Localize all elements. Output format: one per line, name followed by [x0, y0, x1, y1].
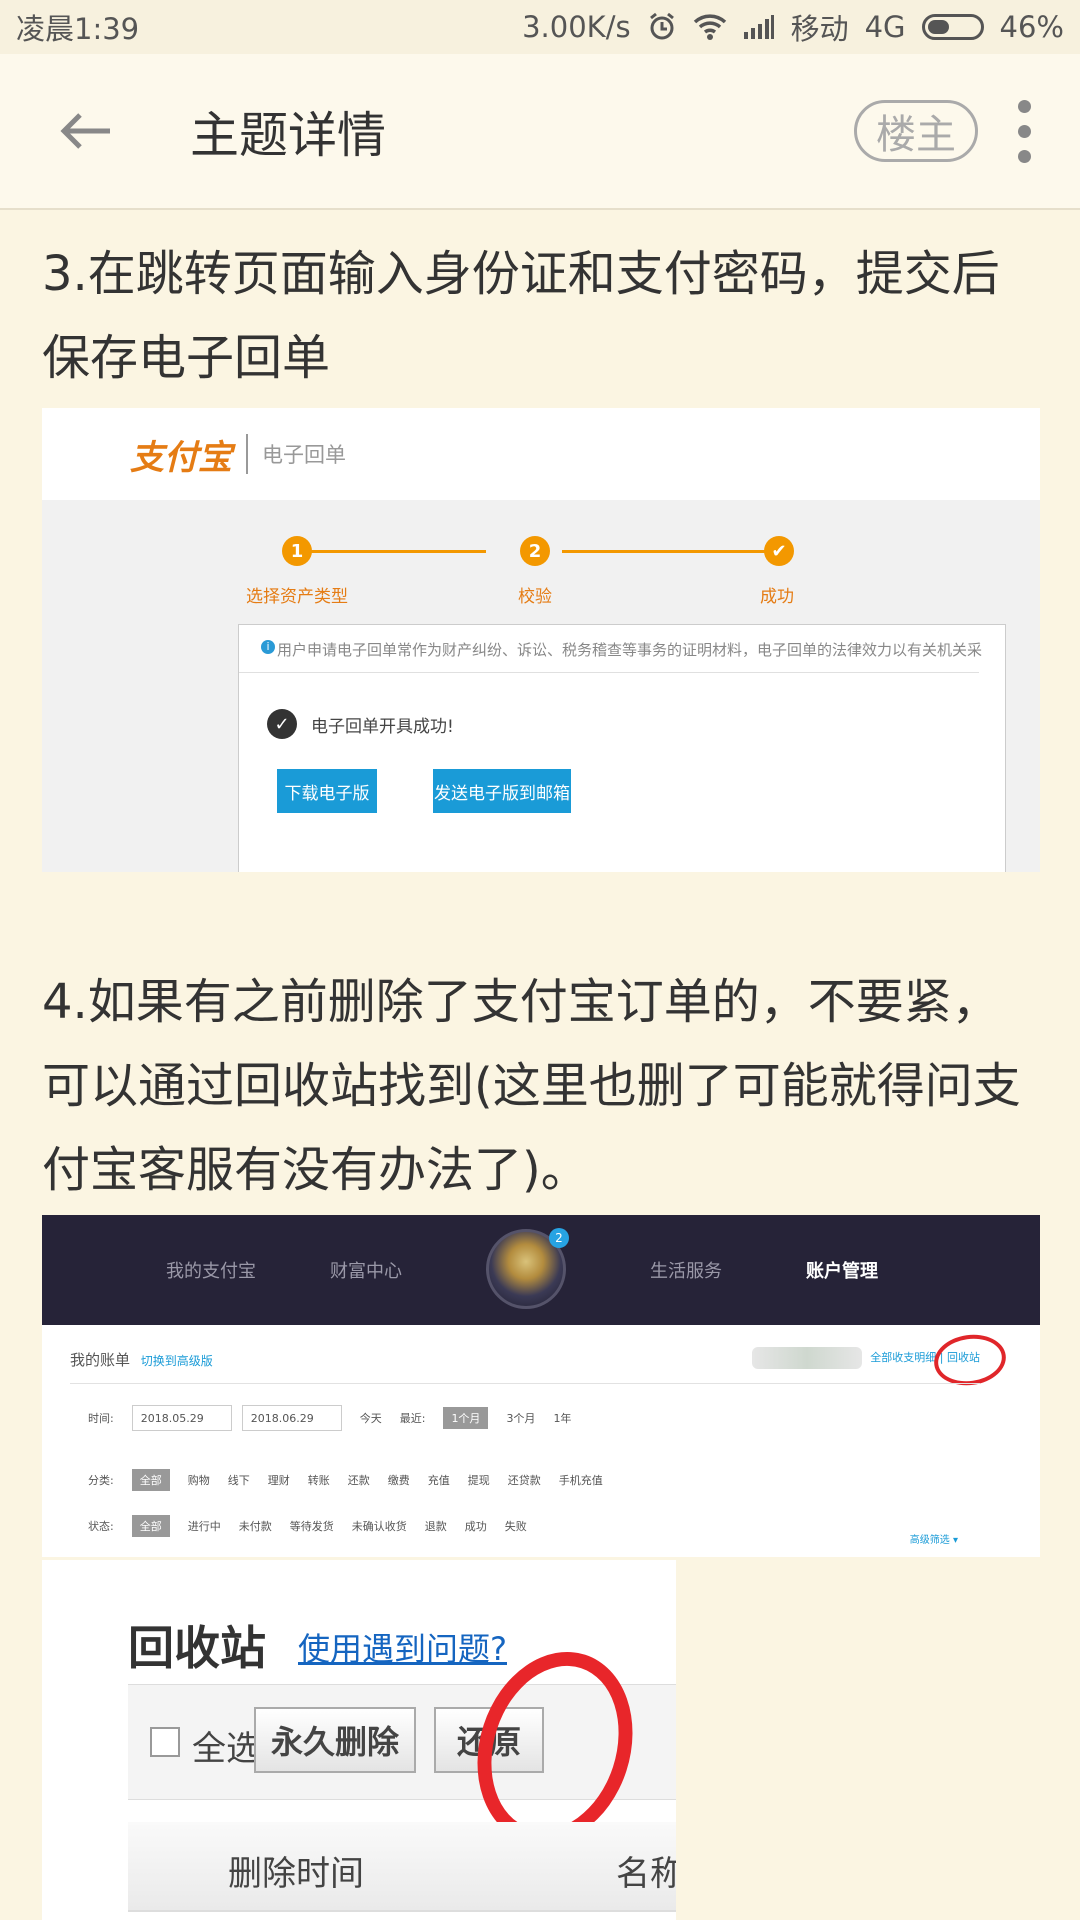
today-link: 今天: [359, 1412, 382, 1425]
blurred-text: [752, 1347, 862, 1369]
recycle-bin-title: 回收站: [128, 1621, 266, 1675]
status-item: 全部: [131, 1515, 170, 1537]
step-line: [562, 550, 784, 553]
status-item: 退款: [424, 1520, 447, 1533]
category-filter-row: 分类: 全部 购物 线下 理财 转账 还款 缴费 充值 提现 还贷款 手机充值: [88, 1469, 603, 1491]
switch-version-link: 切换到高级版: [140, 1354, 213, 1368]
category-item: 充值: [427, 1474, 450, 1487]
receipt-panel: 用户申请电子回单常作为财产纠纷、诉讼、税务稽查等事务的证明材料，电子回单的法律效…: [238, 624, 1006, 872]
col-delete-time: 删除时间: [228, 1854, 364, 1894]
status-item: 失败: [504, 1520, 527, 1533]
battery-fill: [927, 20, 949, 34]
recycle-table-header: 删除时间 名称: [128, 1822, 676, 1912]
alipay-nav: 我的支付宝 财富中心 2 生活服务 账户管理: [42, 1215, 1040, 1325]
status-item: 进行中: [187, 1520, 221, 1533]
step-1-dot: 1: [282, 536, 312, 566]
category-item: 还贷款: [507, 1474, 541, 1487]
step-line: [304, 550, 486, 553]
logo-divider: [246, 434, 248, 474]
permanent-delete-button: 永久删除: [254, 1707, 416, 1773]
alipay-bill-screenshot[interactable]: 我的支付宝 财富中心 2 生活服务 账户管理 我的账单 切换到高级版 全部收支明…: [42, 1215, 1040, 1557]
recycle-bin-screenshot[interactable]: 回收站 使用遇到问题? 全选 永久删除 还原 删除时间 名称: [42, 1560, 676, 1920]
recent-label: 最近:: [399, 1412, 426, 1425]
check-icon: ✓: [267, 709, 297, 739]
select-all-label: 全选: [192, 1729, 260, 1769]
receipt-header: 支付宝 电子回单: [42, 408, 1040, 500]
e-receipt-screenshot[interactable]: 支付宝 电子回单 1 2 ✔ 选择资产类型 校验 成功 用户申请电子回单常作为财…: [42, 408, 1040, 872]
back-arrow-icon: [60, 113, 110, 149]
battery-icon: [921, 14, 984, 40]
nav-wealth: 财富中心: [330, 1261, 402, 1282]
status-item: 等待发货: [289, 1520, 334, 1533]
time-label: 时间:: [88, 1412, 114, 1425]
category-item: 手机充值: [558, 1474, 603, 1487]
avatar: 2: [486, 1228, 569, 1309]
category-item: 线下: [227, 1474, 250, 1487]
step-2-label: 校验: [518, 587, 552, 607]
signal-icon: [743, 14, 775, 40]
category-item: 理财: [267, 1474, 290, 1487]
category-item: 提现: [467, 1474, 490, 1487]
date-to: 2018.06.29: [241, 1405, 342, 1431]
back-button[interactable]: [58, 101, 128, 161]
divider: [70, 1383, 980, 1384]
date-from: 2018.05.29: [131, 1405, 232, 1431]
wifi-icon: [693, 13, 727, 41]
my-bill-title: 我的账单: [70, 1351, 131, 1369]
category-item: 购物: [187, 1474, 210, 1487]
status-item: 未确认收货: [351, 1520, 407, 1533]
nav-account: 账户管理: [806, 1261, 878, 1282]
step-3-dot: ✔: [764, 536, 794, 566]
advanced-filter-link: 高级筛选 ▾: [909, 1535, 958, 1546]
category-item: 还款: [347, 1474, 370, 1487]
my-bill-heading: 我的账单 切换到高级版: [70, 1349, 213, 1370]
status-bar: 凌晨1:39 3.00K/s 移动 4G 46%: [0, 0, 1080, 54]
download-button[interactable]: 下载电子版: [277, 769, 377, 813]
louzhu-button[interactable]: 楼主: [854, 100, 978, 162]
red-circle-annotation: [930, 1330, 1010, 1390]
recent-1m: 1个月: [443, 1407, 489, 1429]
step-2-dot: 2: [520, 536, 550, 566]
post-paragraph-2: 4.如果有之前删除了支付宝订单的，不要紧，可以通过回收站找到(这里也删了可能就得…: [42, 974, 1021, 1198]
status-label: 状态:: [88, 1520, 114, 1533]
page-title: 主题详情: [190, 106, 387, 164]
step-1-label: 选择资产类型: [246, 587, 348, 607]
alipay-logo: 支付宝: [130, 437, 232, 478]
success-text: 电子回单开具成功!: [311, 716, 454, 737]
col-name: 名称: [616, 1854, 676, 1894]
nav-life: 生活服务: [650, 1261, 722, 1282]
receipt-notice: 用户申请电子回单常作为财产纠纷、诉讼、税务稽查等事务的证明材料，电子回单的法律效…: [239, 625, 982, 673]
carrier-name: 移动: [790, 12, 849, 46]
recent-1y: 1年: [553, 1412, 572, 1425]
more-menu-icon[interactable]: [1014, 99, 1034, 163]
status-item: 成功: [464, 1520, 487, 1533]
battery-percent: 46%: [999, 10, 1064, 44]
title-bar: 主题详情 楼主: [0, 54, 1080, 210]
status-item: 未付款: [238, 1520, 272, 1533]
success-message: ✓ 电子回单开具成功!: [267, 709, 1005, 739]
network-speed: 3.00K/s: [522, 10, 631, 44]
help-link: 使用遇到问题?: [298, 1630, 507, 1668]
status-filter-row: 状态: 全部 进行中 未付款 等待发货 未确认收货 退款 成功 失败: [88, 1515, 527, 1537]
status-time: 凌晨1:39: [16, 12, 140, 46]
category-label: 分类:: [88, 1474, 114, 1487]
network-type: 4G: [864, 10, 906, 44]
notification-badge: 2: [549, 1228, 569, 1248]
receipt-buttons: 下载电子版 发送电子版到邮箱: [277, 769, 1005, 813]
nav-my-alipay: 我的支付宝: [166, 1261, 256, 1282]
email-button[interactable]: 发送电子版到邮箱: [433, 769, 571, 813]
alarm-icon: [647, 12, 677, 42]
category-item: 全部: [131, 1469, 170, 1491]
logo-subtitle: 电子回单: [262, 443, 346, 467]
status-right: 3.00K/s 移动 4G 46%: [522, 6, 1064, 48]
time-filter-row: 时间: 2018.05.29 2018.06.29 今天 最近: 1个月 3个月…: [88, 1405, 571, 1431]
post-paragraph-1: 3.在跳转页面输入身份证和支付密码，提交后保存电子回单: [42, 246, 1000, 386]
category-item: 缴费: [387, 1474, 410, 1487]
step-3-label: 成功: [760, 587, 794, 607]
progress-steps: 1 2 ✔ 选择资产类型 校验 成功: [42, 500, 1040, 620]
recent-3m: 3个月: [506, 1412, 536, 1425]
category-item: 转账: [307, 1474, 330, 1487]
select-all-checkbox: [150, 1727, 180, 1757]
